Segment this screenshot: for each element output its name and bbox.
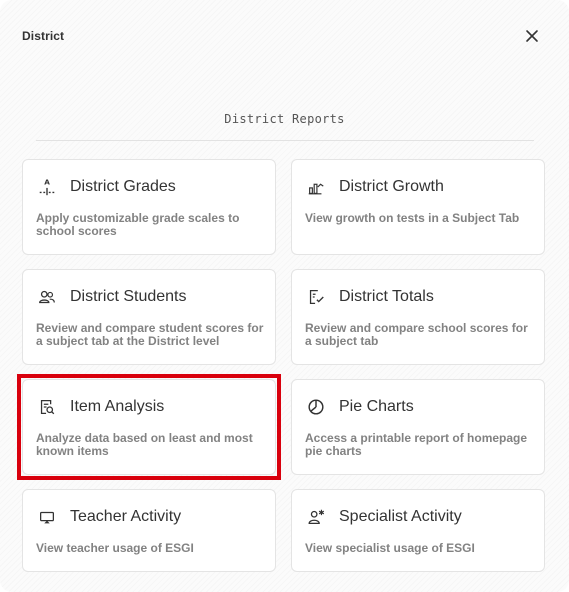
report-title: District Students [70, 288, 187, 305]
report-card-district-students[interactable]: District Students Review and compare stu… [22, 269, 276, 365]
teacher-activity-icon [37, 507, 57, 527]
section-title: District Reports [224, 112, 345, 126]
item-analysis-icon [37, 397, 57, 417]
report-title: Item Analysis [70, 398, 165, 415]
report-description: View specialist usage of ESGI [305, 541, 475, 555]
report-description: View growth on tests in a Subject Tab [305, 211, 520, 225]
report-description: Analyze data based on least and most kno… [36, 431, 253, 458]
report-card-item-analysis[interactable]: Item Analysis Analyze data based on leas… [22, 379, 276, 475]
report-card-teacher-activity[interactable]: Teacher Activity View teacher usage of E… [22, 489, 276, 572]
report-description: Apply customizable grade scales to schoo… [36, 211, 240, 238]
grade-scale-icon: A [37, 177, 57, 197]
totals-checklist-icon [306, 287, 326, 307]
report-title: District Grades [70, 178, 176, 195]
section-divider [36, 140, 534, 141]
report-title: Pie Charts [339, 398, 414, 415]
close-button[interactable] [520, 24, 544, 48]
report-card-specialist-activity[interactable]: Specialist Activity View specialist usag… [291, 489, 545, 572]
growth-chart-icon [306, 177, 326, 197]
svg-text:A: A [44, 177, 50, 186]
report-description: Access a printable report of homepage pi… [305, 431, 528, 458]
close-icon [526, 30, 538, 42]
district-reports-dialog: District District Reports A District Gra… [0, 0, 569, 592]
report-description: Review and compare school scores for a s… [305, 321, 528, 348]
report-title: District Growth [339, 178, 444, 195]
report-title: Specialist Activity [339, 508, 462, 525]
report-card-pie-charts[interactable]: Pie Charts Access a printable report of … [291, 379, 545, 475]
report-card-district-growth[interactable]: District Growth View growth on tests in … [291, 159, 545, 255]
report-title: Teacher Activity [70, 508, 182, 525]
dialog-title: District [22, 29, 65, 43]
students-icon [37, 287, 57, 307]
pie-chart-icon [306, 397, 326, 417]
report-card-district-grades[interactable]: A District Grades Apply customizable gra… [22, 159, 276, 255]
report-card-district-totals[interactable]: District Totals Review and compare schoo… [291, 269, 545, 365]
report-title: District Totals [339, 288, 434, 305]
specialist-activity-icon [306, 507, 326, 527]
report-description: View teacher usage of ESGI [36, 541, 194, 555]
report-description: Review and compare student scores for a … [36, 321, 264, 348]
